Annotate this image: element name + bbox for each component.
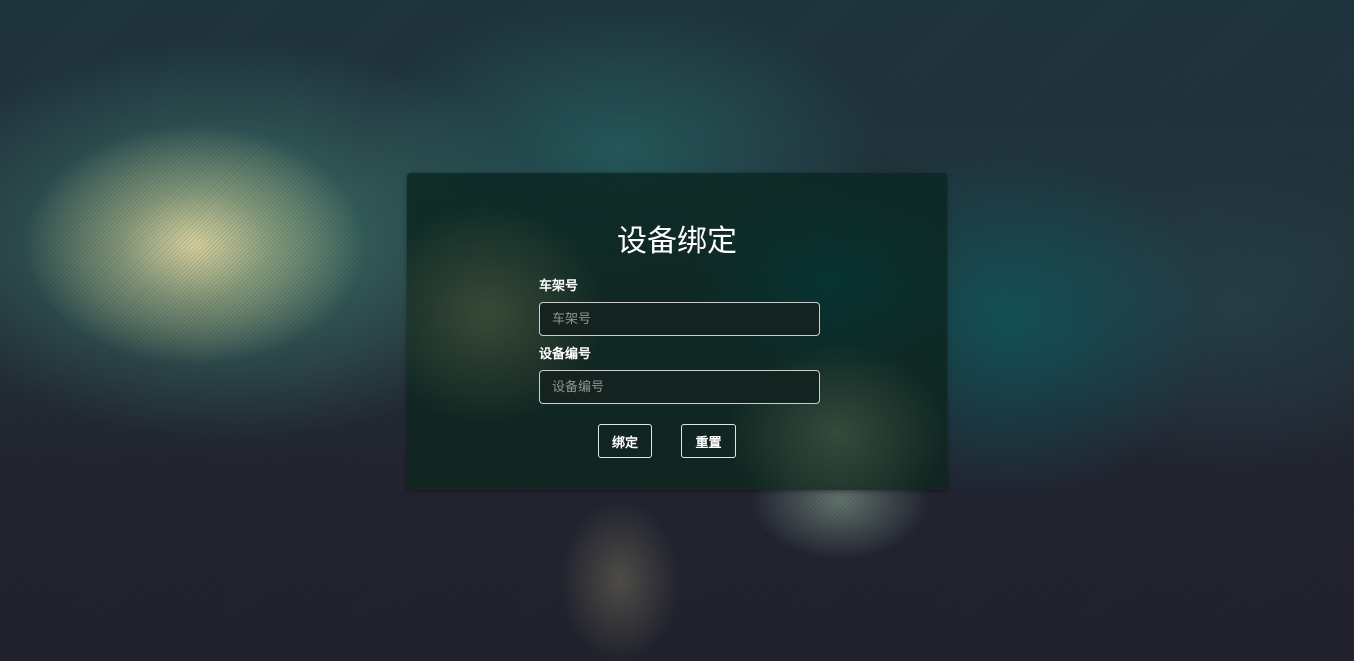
page-title: 设备绑定 (617, 224, 737, 259)
bind-button[interactable]: 绑定 (598, 424, 652, 458)
frame-number-label: 车架号 (539, 279, 579, 294)
frame-number-input[interactable] (539, 302, 820, 336)
device-number-label: 设备编号 (539, 347, 592, 362)
device-number-input[interactable] (539, 370, 820, 404)
device-binding-panel: 设备绑定 车架号 设备编号 绑定 重置 (407, 173, 947, 490)
reset-button[interactable]: 重置 (681, 424, 736, 458)
